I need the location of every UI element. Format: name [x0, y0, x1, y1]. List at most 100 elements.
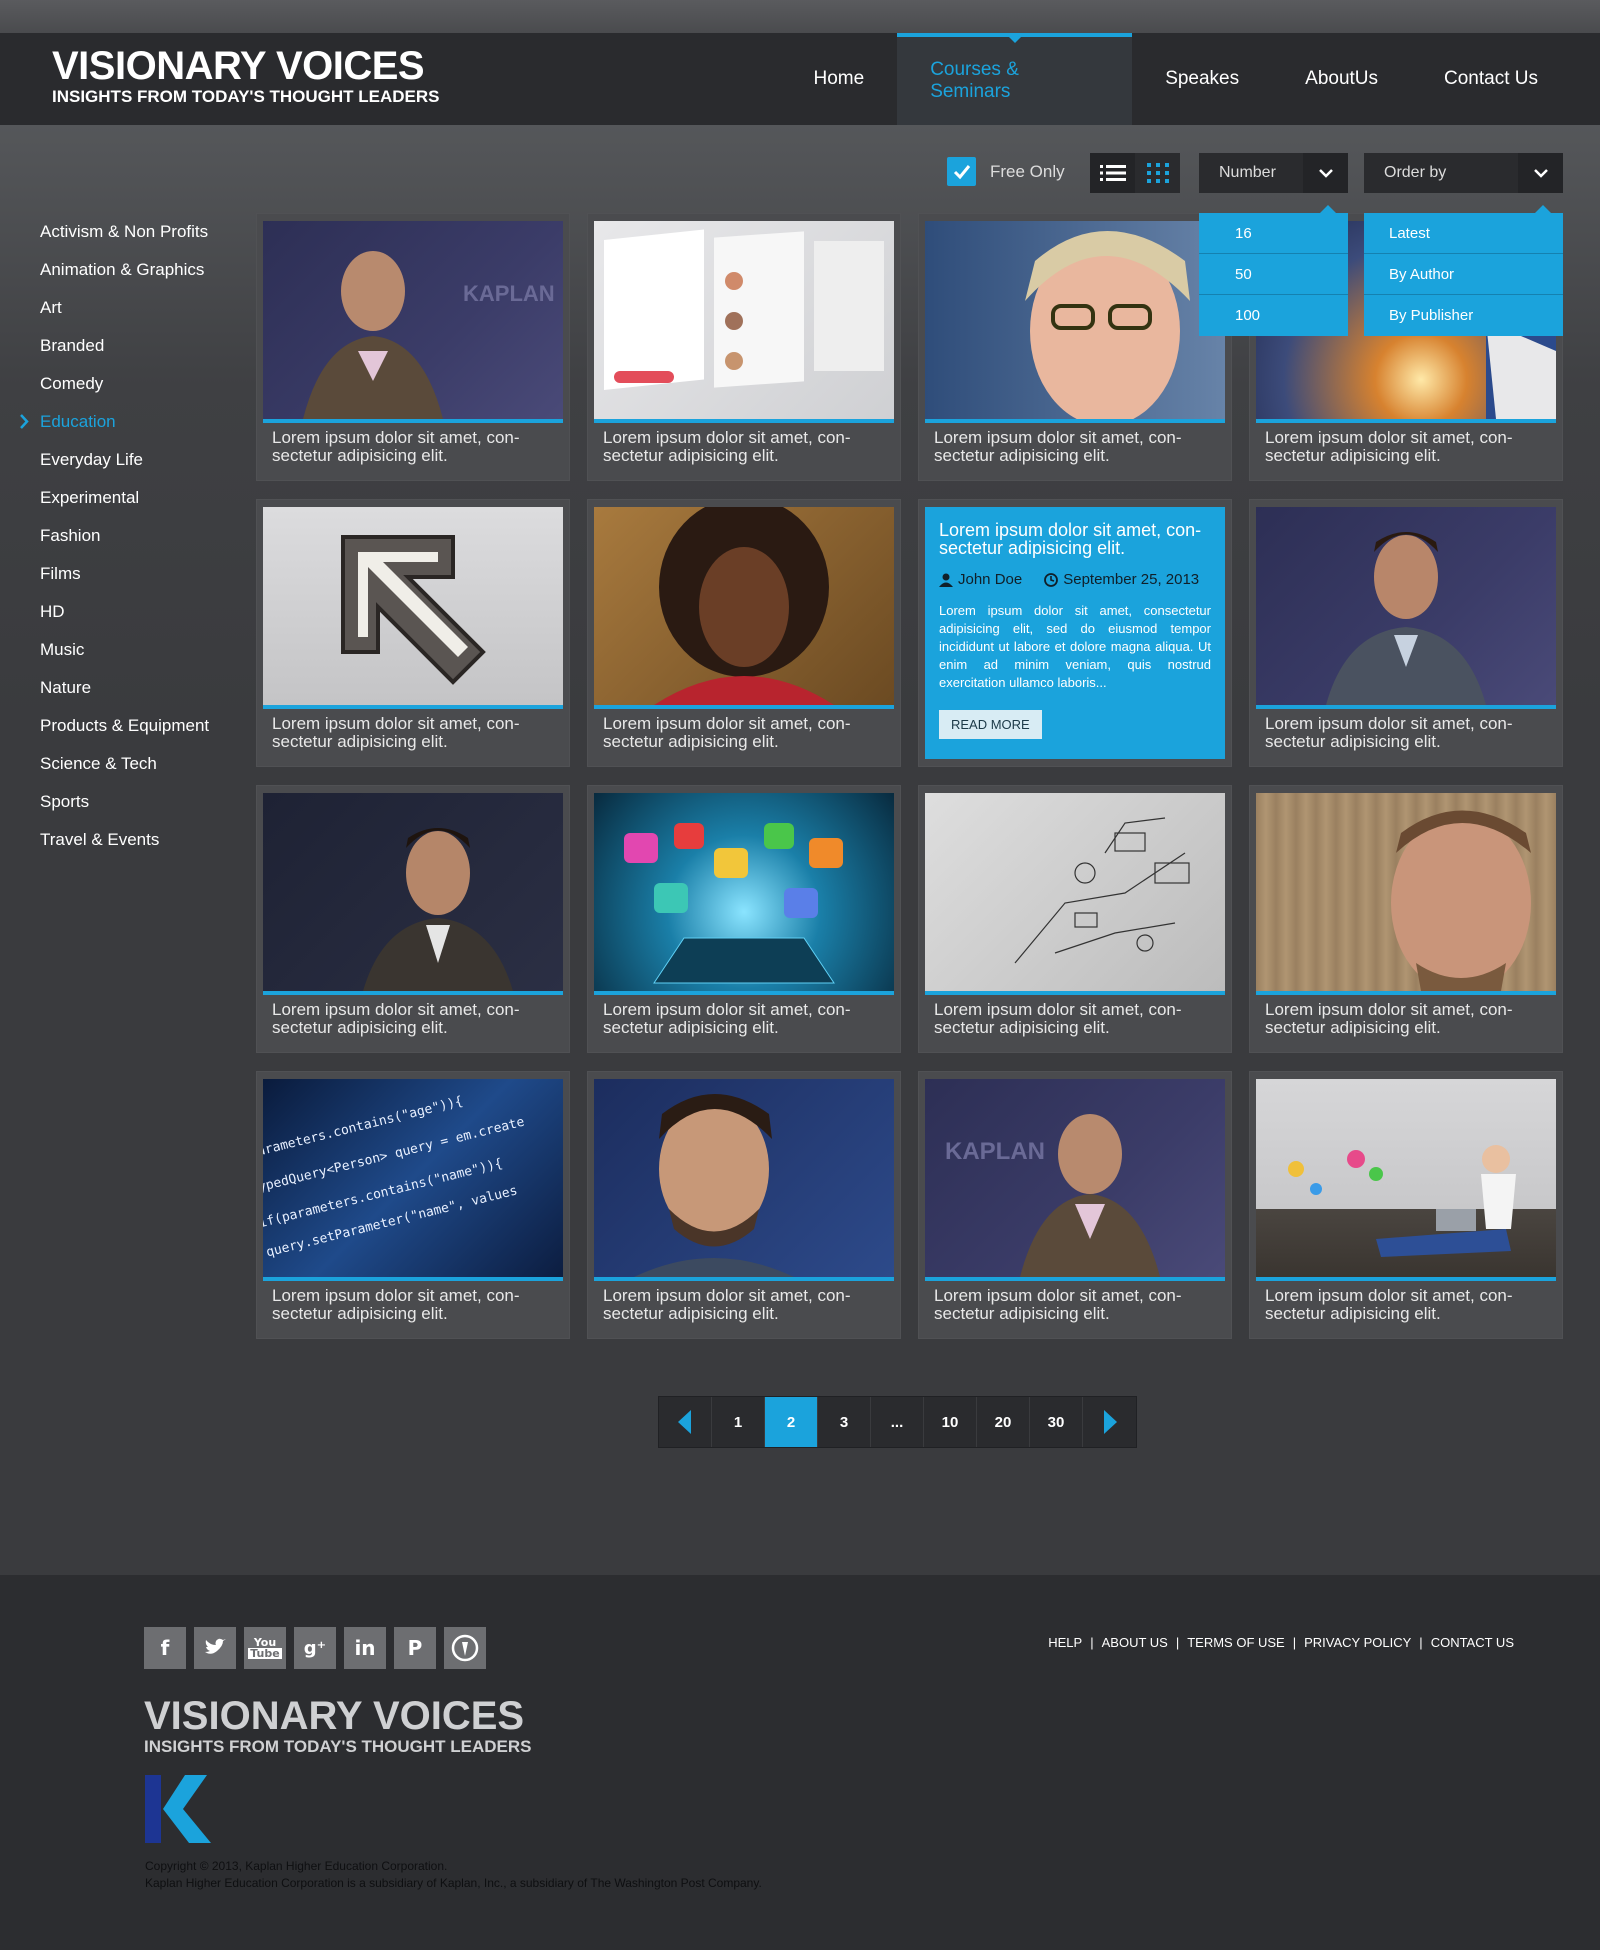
free-only-filter[interactable]: Free Only [947, 157, 1065, 186]
footer-link-contact[interactable]: CONTACT US [1431, 1635, 1514, 1650]
sidebar-item-fashion[interactable]: Fashion [0, 517, 230, 555]
sidebar-item-music[interactable]: Music [0, 631, 230, 669]
footer-link-terms[interactable]: TERMS OF USE [1187, 1635, 1285, 1650]
sidebar-item-science-tech[interactable]: Science & Tech [0, 745, 230, 783]
video-card[interactable]: Lorem ipsum dolor sit amet, con-sectetur… [587, 785, 901, 1053]
next-page-button[interactable] [1083, 1397, 1136, 1447]
svg-text:KAPLAN: KAPLAN [945, 1138, 1045, 1165]
logo-tagline: INSIGHTS FROM TODAY'S THOUGHT LEADERS [52, 87, 440, 106]
sidebar-item-animation[interactable]: Animation & Graphics [0, 251, 230, 289]
sidebar-item-products[interactable]: Products & Equipment [0, 707, 230, 745]
site-logo[interactable]: VISIONARY VOICES INSIGHTS FROM TODAY'S T… [52, 45, 440, 107]
card-caption: Lorem ipsum dolor sit amet, con-sectetur… [1265, 714, 1513, 751]
sidebar-item-education[interactable]: Education [0, 403, 230, 441]
grid-icon [1146, 163, 1169, 183]
list-view-button[interactable] [1090, 153, 1135, 193]
video-thumbnail [594, 793, 894, 991]
sidebar-item-comedy[interactable]: Comedy [0, 365, 230, 403]
linkedin-icon[interactable]: in [344, 1627, 386, 1669]
facebook-icon[interactable]: f [144, 1627, 186, 1669]
sidebar-item-films[interactable]: Films [0, 555, 230, 593]
video-card[interactable]: Lorem ipsum dolor sit amet, con-sectetur… [1249, 1071, 1563, 1339]
number-dropdown: 16 50 100 [1199, 205, 1348, 336]
sidebar-item-activism[interactable]: Activism & Non Profits [0, 213, 230, 251]
top-strip [0, 0, 1600, 33]
number-option-100[interactable]: 100 [1199, 295, 1348, 336]
order-option-by-publisher[interactable]: By Publisher [1364, 295, 1563, 336]
video-thumbnail: KAPLAN [263, 221, 563, 419]
video-card[interactable]: Lorem ipsum dolor sit amet, con-sectetur… [918, 785, 1232, 1053]
video-card[interactable]: Lorem ipsum dolor sit amet, con-sectetur… [1249, 499, 1563, 767]
card-accent-bar [925, 1277, 1225, 1281]
video-card[interactable]: Lorem ipsum dolor sit amet, con-sectetur… [256, 785, 570, 1053]
video-card[interactable]: Lorem ipsum dolor sit amet, con-sectetur… [587, 499, 901, 767]
page-button[interactable]: 30 [1030, 1397, 1083, 1447]
page-button[interactable]: 10 [924, 1397, 977, 1447]
featured-date: September 25, 2013 [1063, 571, 1200, 588]
card-caption: Lorem ipsum dolor sit amet, con-sectetur… [934, 428, 1182, 465]
footer-link-about[interactable]: ABOUT US [1102, 1635, 1168, 1650]
grid-view-button[interactable] [1135, 153, 1180, 193]
card-caption: Lorem ipsum dolor sit amet, con-sectetur… [1265, 428, 1513, 465]
sidebar-item-art[interactable]: Art [0, 289, 230, 327]
google-plus-icon[interactable]: g⁺ [294, 1627, 336, 1669]
footer-link-privacy[interactable]: PRIVACY POLICY [1304, 1635, 1411, 1650]
order-option-by-author[interactable]: By Author [1364, 254, 1563, 295]
list-icon [1099, 165, 1126, 181]
sidebar-item-nature[interactable]: Nature [0, 669, 230, 707]
youtube-icon[interactable]: You Tube [244, 1627, 286, 1669]
footer-link-help[interactable]: HELP [1048, 1635, 1082, 1650]
card-accent-bar [263, 705, 563, 709]
sidebar-item-branded[interactable]: Branded [0, 327, 230, 365]
card-caption: Lorem ipsum dolor sit amet, con-sectetur… [272, 1000, 520, 1037]
page-button[interactable]: 3 [818, 1397, 871, 1447]
social-links: f You Tube g⁺ in P [144, 1627, 486, 1669]
video-card[interactable]: Lorem ipsum dolor sit amet, con-sectetur… [918, 213, 1232, 481]
sidebar-item-experimental[interactable]: Experimental [0, 479, 230, 517]
nav-home[interactable]: Home [781, 33, 898, 125]
pinterest-icon[interactable]: P [394, 1627, 436, 1669]
page-button[interactable]: 1 [712, 1397, 765, 1447]
card-caption: Lorem ipsum dolor sit amet, con-sectetur… [934, 1000, 1182, 1037]
number-option-16[interactable]: 16 [1199, 213, 1348, 254]
video-card[interactable]: Lorem ipsum dolor sit amet, con-sectetur… [587, 1071, 901, 1339]
order-dropdown: Latest By Author By Publisher [1364, 205, 1563, 336]
number-option-50[interactable]: 50 [1199, 254, 1348, 295]
featured-body: Lorem ipsum dolor sit amet, consectetur … [939, 603, 1211, 690]
featured-card[interactable]: Lorem ipsum dolor sit amet, con-sectetur… [918, 499, 1232, 767]
video-card[interactable]: Lorem ipsum dolor sit amet, con-sectetur… [1249, 785, 1563, 1053]
read-more-button[interactable]: READ MORE [939, 710, 1042, 739]
page-button-current[interactable]: 2 [765, 1397, 818, 1447]
video-card[interactable]: Lorem ipsum dolor sit amet, con-sectetur… [587, 213, 901, 481]
video-thumbnail [594, 221, 894, 419]
sidebar-item-sports[interactable]: Sports [0, 783, 230, 821]
prev-page-button[interactable] [659, 1397, 712, 1447]
video-thumbnail [263, 793, 563, 991]
order-option-latest[interactable]: Latest [1364, 213, 1563, 254]
order-select[interactable]: Order by [1364, 153, 1563, 193]
video-card[interactable]: KAPLAN Lorem ipsum dolor sit amet, con-s… [256, 213, 570, 481]
nav-speakers[interactable]: Speakes [1132, 33, 1272, 125]
nav-courses-seminars[interactable]: Courses & Seminars [897, 33, 1133, 125]
main-nav: Home Courses & Seminars Speakes AboutUs … [781, 33, 1600, 125]
twitter-icon[interactable] [194, 1627, 236, 1669]
page-button[interactable]: 20 [977, 1397, 1030, 1447]
nav-contact-us[interactable]: Contact Us [1411, 33, 1600, 125]
sidebar-item-everyday-life[interactable]: Everyday Life [0, 441, 230, 479]
video-card[interactable]: KAPLAN Lorem ipsum dolor sit amet, con-s… [918, 1071, 1232, 1339]
chevron-down-icon[interactable] [1303, 153, 1348, 193]
nav-about-us[interactable]: AboutUs [1272, 33, 1411, 125]
free-only-checkbox[interactable] [947, 157, 976, 186]
number-select[interactable]: Number [1199, 153, 1348, 193]
video-card[interactable]: (parameters.contains("age")){TypedQuery<… [256, 1071, 570, 1339]
video-card[interactable]: Lorem ipsum dolor sit amet, con-sectetur… [256, 499, 570, 767]
sidebar-item-travel-events[interactable]: Travel & Events [0, 821, 230, 859]
footer-logo-title: VISIONARY VOICES [144, 1694, 525, 1738]
card-caption: Lorem ipsum dolor sit amet, con-sectetur… [1265, 1286, 1513, 1323]
video-thumbnail [263, 507, 563, 705]
chevron-down-icon[interactable] [1518, 153, 1563, 193]
circle-badge-icon[interactable] [444, 1627, 486, 1669]
card-caption: Lorem ipsum dolor sit amet, con-sectetur… [1265, 1000, 1513, 1037]
sidebar-item-label: Education [40, 412, 116, 431]
sidebar-item-hd[interactable]: HD [0, 593, 230, 631]
